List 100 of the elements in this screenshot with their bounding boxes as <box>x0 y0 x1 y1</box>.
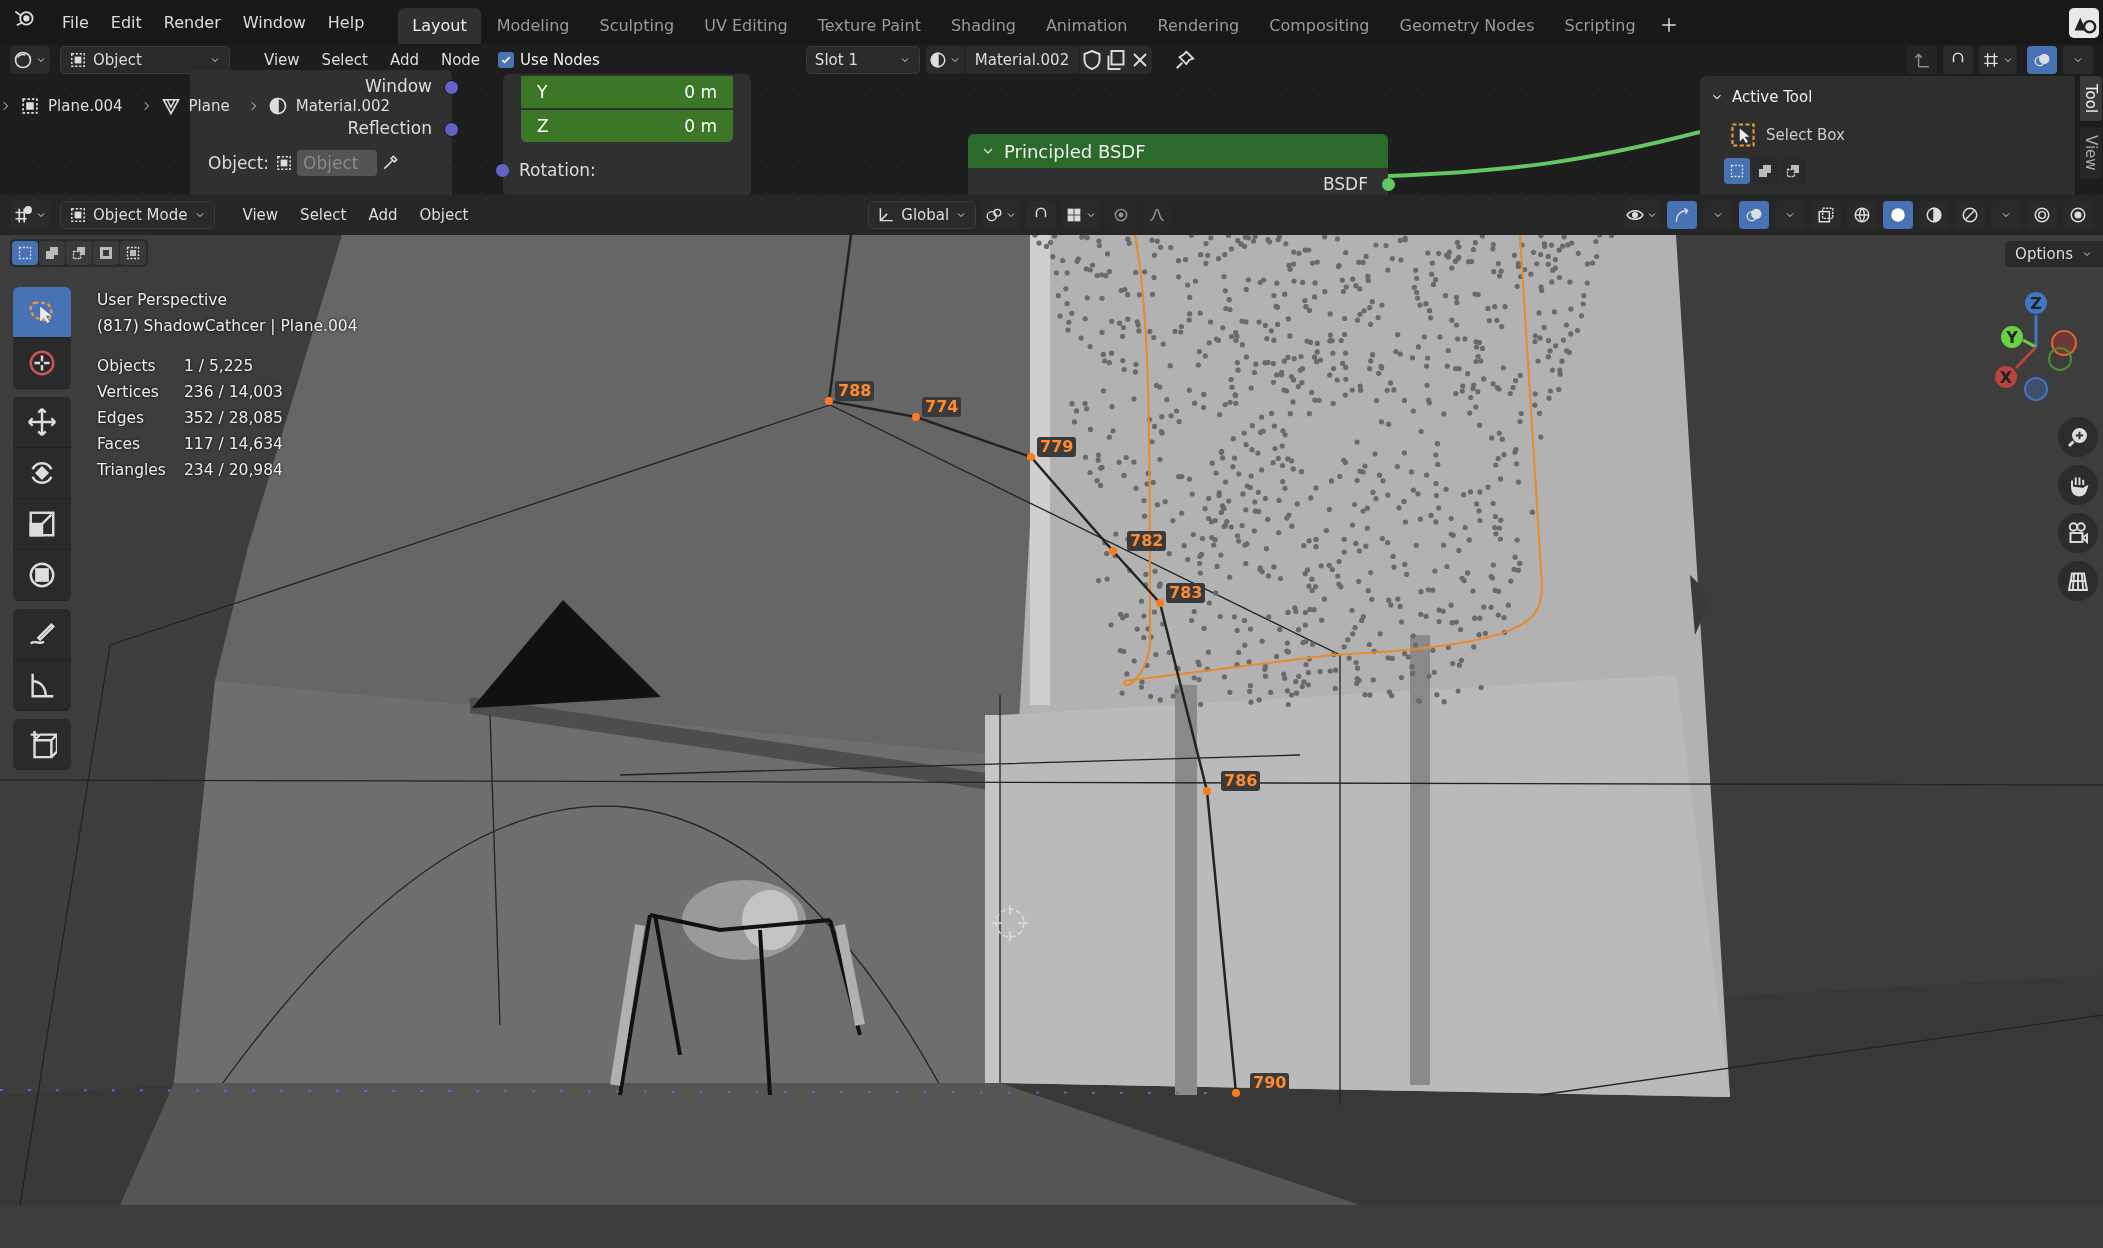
scene-icon[interactable] <box>2069 8 2099 38</box>
xray-button[interactable] <box>1811 201 1841 229</box>
snap-button[interactable] <box>1026 201 1057 229</box>
menu-item[interactable]: Render <box>155 8 229 36</box>
socket-label: BSDF <box>1322 174 1368 194</box>
menu-item[interactable]: View <box>234 202 287 228</box>
menu-item[interactable]: Select <box>313 47 376 73</box>
negative-axis-drawing[interactable] <box>2024 330 2077 401</box>
sidebar-tab[interactable]: Tool <box>2079 76 2102 122</box>
menu-item[interactable]: Window <box>234 8 314 36</box>
editor-type-button[interactable] <box>10 46 50 74</box>
menu-item[interactable]: File <box>54 8 97 36</box>
socket-dot[interactable] <box>444 122 459 137</box>
workspace-tab[interactable]: UV Editing <box>690 8 802 44</box>
shader-type-dropdown[interactable]: Object <box>60 46 230 74</box>
tool-button[interactable] <box>13 609 71 660</box>
selection-mode-icon <box>44 245 60 261</box>
overlays-button[interactable] <box>1739 201 1769 229</box>
selection-mode-button[interactable] <box>1724 158 1750 184</box>
ring-icon <box>2033 206 2051 224</box>
up-arrow-icon <box>1913 51 1931 69</box>
snap-target-dropdown[interactable] <box>1062 201 1101 229</box>
shading-mode-button[interactable] <box>1955 201 1985 229</box>
overlays-button[interactable] <box>2027 46 2057 74</box>
ring-icon <box>2069 206 2087 224</box>
navigation-button[interactable] <box>2058 561 2098 601</box>
menu-item[interactable]: Help <box>319 8 373 36</box>
shading-mode-button[interactable] <box>1847 201 1877 229</box>
slot-dropdown[interactable]: Slot 1 <box>805 46 920 74</box>
zoom-icon <box>2066 425 2090 449</box>
snap-button[interactable] <box>1943 46 1973 74</box>
selection-mode-button[interactable] <box>93 241 119 265</box>
eyedropper-icon[interactable] <box>381 154 400 172</box>
selection-mode-button[interactable] <box>39 241 65 265</box>
workspace-tab[interactable]: Shading <box>936 8 1030 44</box>
snap-mode-button[interactable] <box>1979 46 2017 74</box>
selection-mode-button[interactable] <box>120 241 146 265</box>
axis-ball[interactable]: Z <box>2025 292 2047 314</box>
shading-mode-button[interactable] <box>1883 201 1913 229</box>
menu-item[interactable]: Select <box>292 202 355 228</box>
add-workspace-icon[interactable] <box>1659 16 1678 34</box>
use-nodes-checkbox[interactable]: Use Nodes <box>498 51 600 69</box>
stat-label: Edges <box>97 408 146 429</box>
navigation-button[interactable] <box>2058 417 2098 457</box>
axis-ball[interactable]: Y <box>2001 326 2023 348</box>
workspace-tab[interactable]: Rendering <box>1143 8 1254 44</box>
camera-view-button[interactable] <box>2063 201 2093 229</box>
selection-mode-button[interactable] <box>1752 158 1778 184</box>
options-dropdown[interactable]: Options <box>2005 241 2103 267</box>
shading-mode-button[interactable] <box>1919 201 1949 229</box>
socket-dot[interactable] <box>444 80 459 95</box>
vertex-index-label: 774 <box>922 397 962 417</box>
workspace-tab[interactable]: Geometry Nodes <box>1385 8 1549 44</box>
vector-field[interactable]: Z 0 m <box>521 110 733 142</box>
pivot-dropdown[interactable] <box>982 201 1021 229</box>
editor-type-button[interactable] <box>10 201 50 229</box>
socket-dot[interactable] <box>1382 178 1395 191</box>
orientation-dropdown[interactable]: Global <box>868 201 977 229</box>
pin-icon[interactable] <box>1174 49 1197 71</box>
breadcrumb[interactable]: Plane.004 <box>48 97 123 115</box>
workspace-tab[interactable]: Texture Paint <box>803 8 935 44</box>
selection-mode-button[interactable] <box>66 241 92 265</box>
select-box-tool-icon[interactable] <box>1730 122 1756 148</box>
navigation-button[interactable] <box>2058 465 2098 505</box>
tool-button[interactable] <box>13 287 71 338</box>
tool-button[interactable] <box>13 397 71 448</box>
visibility-dropdown[interactable] <box>1623 201 1661 229</box>
stat-value: 117 / 14,634 <box>184 434 284 455</box>
breadcrumb[interactable]: Plane <box>188 97 230 115</box>
object-icon <box>69 51 87 69</box>
menu-item[interactable]: Object <box>411 202 477 228</box>
vertex-index-label: 788 <box>835 381 875 401</box>
workspace-tab[interactable]: Layout <box>398 8 481 44</box>
workspace-tab[interactable]: Compositing <box>1255 8 1384 44</box>
mode-dropdown[interactable]: Object Mode <box>60 201 215 229</box>
breadcrumb[interactable]: Material.002 <box>295 97 391 115</box>
sidebar-tab[interactable]: View <box>2079 127 2102 179</box>
menu-item[interactable]: View <box>256 47 308 73</box>
check-icon <box>500 54 513 66</box>
workspace-tab[interactable]: Scripting <box>1550 8 1650 44</box>
tool-name: Select Box <box>1766 126 1845 144</box>
gizmo-button[interactable] <box>1667 201 1697 229</box>
menu-item[interactable]: Add <box>381 47 427 73</box>
falloff-curve-icon <box>1148 206 1167 224</box>
workspace-tab[interactable]: Sculpting <box>585 8 689 44</box>
selection-mode-button[interactable] <box>12 241 38 265</box>
render-pass-button[interactable] <box>2027 201 2057 229</box>
axes-icon <box>877 206 896 224</box>
navigation-button[interactable] <box>2058 513 2098 553</box>
object-icon <box>275 154 294 172</box>
menu-item[interactable]: Node <box>432 47 489 73</box>
selection-mode-button[interactable] <box>1780 158 1806 184</box>
menu-item[interactable]: Add <box>360 202 406 228</box>
workspace-tab[interactable]: Animation <box>1031 8 1142 44</box>
parent-node-tree-button[interactable] <box>1907 46 1937 74</box>
pivot-icon <box>985 206 1004 224</box>
menu-item[interactable]: Edit <box>102 8 150 36</box>
socket-dot[interactable] <box>496 163 509 177</box>
workspace-tab[interactable]: Modeling <box>482 8 584 44</box>
vector-field[interactable]: Y 0 m <box>521 76 733 108</box>
